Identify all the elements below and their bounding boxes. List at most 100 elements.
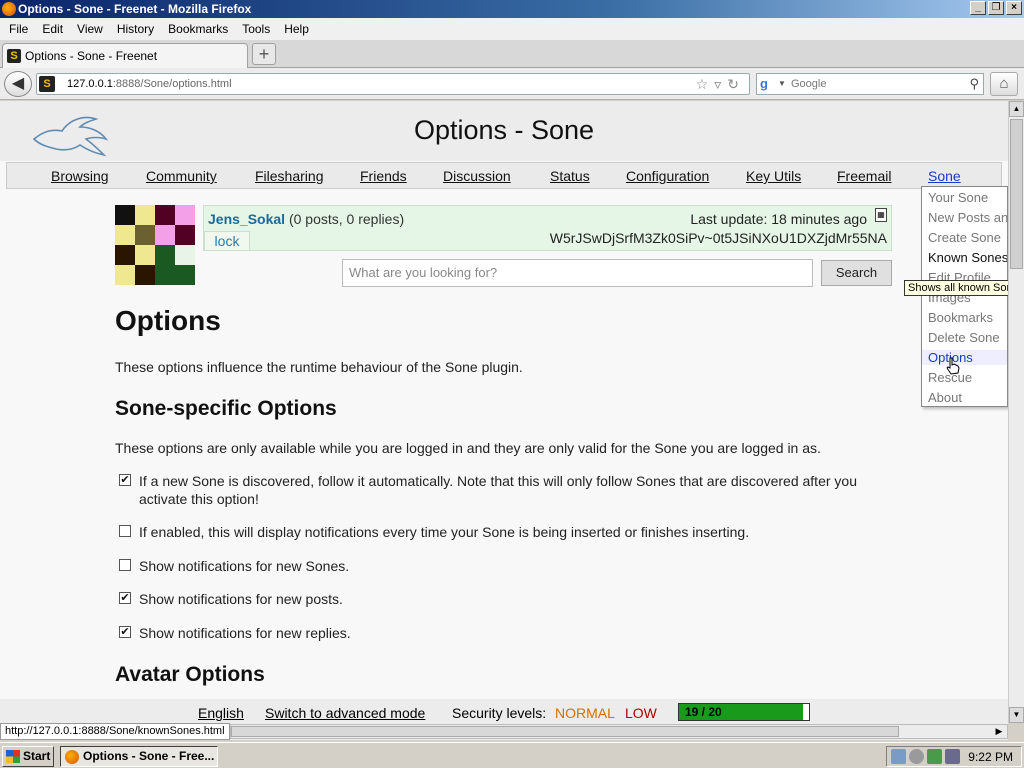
new-posts-checkbox[interactable]: ✔ [119,592,131,604]
lock-button[interactable]: lock [204,231,250,251]
peers-bar[interactable]: 19 / 20 [678,703,810,721]
sone-specific-intro: These options are only available while y… [115,440,821,456]
menu-about[interactable]: About [928,390,962,405]
tab-current[interactable]: S Options - Sone - Freenet [2,43,248,68]
nav-filesharing[interactable]: Filesharing [255,168,323,184]
tray-app-icon[interactable] [891,749,906,764]
nav-browsing[interactable]: Browsing [51,168,109,184]
new-tab-button[interactable]: + [252,43,276,65]
system-tray: 9:22 PM [886,746,1022,767]
hand-cursor-icon [946,357,960,375]
security-levels-label: Security levels: [452,705,547,721]
windows-logo-icon [6,750,20,763]
sone-search-button[interactable]: Search [821,260,892,286]
menu-delete-sone[interactable]: Delete Sone [928,330,1000,345]
minimize-button[interactable]: _ [970,1,986,15]
page-heading: Options - Sone [413,115,595,145]
nav-sone[interactable]: Sone [928,168,961,184]
language-link[interactable]: English [198,705,244,721]
nav-status[interactable]: Status [550,168,590,184]
last-update: Last update: 18 minutes ago [690,211,867,227]
site-identity-icon[interactable]: S [39,76,55,92]
nav-community[interactable]: Community [146,168,217,184]
clock: 9:22 PM [968,750,1013,764]
history-dropdown-icon[interactable]: ▿ [714,76,727,92]
option-label: If enabled, this will display notificati… [139,524,750,540]
security-friends-level[interactable]: LOW [625,705,657,721]
sone-search-input[interactable]: What are you looking for? [342,259,813,287]
sone-name-link[interactable]: Jens_Sokal [208,211,285,227]
url-host: 127.0.0.1 [67,78,113,90]
nav-friends[interactable]: Friends [360,168,407,184]
security-network-level[interactable]: NORMAL [555,705,615,721]
sone-dropdown-menu: Your Sone New Posts an Create Sone Known… [921,186,1008,407]
url-bar[interactable]: S 127.0.0.1:8888/Sone/options.html ☆▿↻ [36,73,750,95]
menu-history[interactable]: History [110,22,161,36]
windows-taskbar: Start Options - Sone - Free... 9:22 PM [0,742,1024,768]
navigation-toolbar: ◀ S 127.0.0.1:8888/Sone/options.html ☆▿↻… [0,68,1024,100]
browser-statusbar: http://127.0.0.1:8888/Sone/knownSones.ht… [0,723,1008,740]
nav-configuration[interactable]: Configuration [626,168,709,184]
menubar: File Edit View History Bookmarks Tools H… [0,18,1024,40]
menu-known-sones[interactable]: Known Sones [928,250,1007,265]
menu-new-posts[interactable]: New Posts an [928,210,1007,225]
menu-edit[interactable]: Edit [35,22,70,36]
menu-bookmarks[interactable]: Bookmarks [928,310,993,325]
insert-notifications-checkbox[interactable] [119,525,131,537]
url-path: :8888/Sone/options.html [112,78,232,90]
reload-icon[interactable]: ↻ [727,76,745,92]
fproxy-statusbar: English Switch to advanced mode Security… [0,699,1008,723]
sone-stats: (0 posts, 0 replies) [288,211,405,227]
vertical-scrollbar[interactable]: ▲ ▼ [1008,101,1024,723]
menu-options[interactable]: Options [922,350,1007,365]
menu-help[interactable]: Help [277,22,316,36]
menu-bookmarks[interactable]: Bookmarks [161,22,235,36]
tray-network-icon[interactable] [909,749,924,764]
new-replies-checkbox[interactable]: ✔ [119,626,131,638]
menu-tools[interactable]: Tools [235,22,277,36]
search-icon[interactable]: ⚲ [969,74,979,94]
new-sones-checkbox[interactable] [119,559,131,571]
web-search-bar[interactable]: g ▼ Google ⚲ [756,73,984,95]
window-titlebar: Options - Sone - Freenet - Mozilla Firef… [0,0,1024,18]
option-label: Show notifications for new posts. [139,591,343,607]
close-button[interactable]: × [1006,1,1022,15]
taskbar-firefox-item[interactable]: Options - Sone - Free... [60,746,218,767]
nav-freemail[interactable]: Freemail [837,168,891,184]
search-engine-dropdown-icon[interactable]: ▼ [778,74,786,94]
menu-create-sone[interactable]: Create Sone [928,230,1001,245]
nav-key-utils[interactable]: Key Utils [746,168,801,184]
horizontal-scrollbar[interactable]: ▶ [230,724,1008,739]
maximize-button[interactable]: ❐ [988,1,1004,15]
scroll-down-icon[interactable]: ▼ [1009,707,1024,723]
home-button[interactable]: ⌂ [990,72,1018,96]
menu-your-sone[interactable]: Your Sone [928,190,988,205]
options-title: Options [115,305,221,336]
peers-count: 19 / 20 [685,705,722,719]
menu-file[interactable]: File [2,22,35,36]
main-navigation: Browsing Community Filesharing Friends D… [6,162,1002,189]
scroll-right-icon[interactable]: ▶ [991,725,1007,738]
hscroll-thumb[interactable] [231,726,899,737]
scrollbar-thumb[interactable] [1010,119,1023,269]
sone-id: W5rJSwDjSrfM3Zk0SiPv~0t5JSiNXoU1DXZjdMr5… [549,230,887,246]
page-content: Options - Sone Browsing Community Filesh… [0,101,1008,699]
option-auto-follow: ✔ If a new Sone is discovered, follow it… [115,472,895,508]
current-sone-box: Jens_Sokal (0 posts, 0 replies) Last upd… [203,205,892,251]
google-icon[interactable]: g [760,76,776,92]
scroll-up-icon[interactable]: ▲ [1009,101,1024,117]
sone-avatar[interactable] [115,205,195,285]
menu-view[interactable]: View [70,22,110,36]
qr-code-icon[interactable]: ▦ [875,208,887,222]
tray-shield-icon[interactable] [927,749,942,764]
tray-monitor-icon[interactable] [945,749,960,764]
nav-discussion[interactable]: Discussion [443,168,511,184]
avatar-options-title: Avatar Options [115,663,265,686]
window-title: Options - Sone - Freenet - Mozilla Firef… [18,2,252,16]
back-button[interactable]: ◀ [4,71,32,97]
start-button[interactable]: Start [2,746,54,767]
advanced-mode-link[interactable]: Switch to advanced mode [265,705,425,721]
tab-title: Options - Sone - Freenet [25,49,158,63]
bookmark-star-icon[interactable]: ☆ [696,76,715,92]
auto-follow-checkbox[interactable]: ✔ [119,474,131,486]
